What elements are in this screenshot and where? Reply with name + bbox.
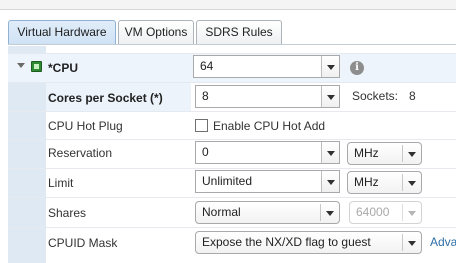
shares-amount-value: 64000 <box>356 205 390 219</box>
cores-per-socket-value: 8 <box>202 89 209 103</box>
chevron-down-icon <box>327 65 335 70</box>
limit-unit-value: MHz <box>354 175 379 189</box>
limit-label: Limit <box>48 176 74 190</box>
limit-dropdown-button[interactable] <box>321 171 339 192</box>
chevron-down-icon <box>327 151 335 156</box>
select-divider <box>320 204 321 221</box>
cpu-label: *CPU <box>48 61 79 75</box>
shares-label: Shares <box>48 206 87 220</box>
cpuid-mask-value: Expose the NX/XD flag to guest <box>202 235 371 249</box>
sockets-value: 8 <box>409 89 416 103</box>
row-divider <box>8 197 456 198</box>
cpuid-mask-select[interactable]: Expose the NX/XD flag to guest <box>195 231 422 254</box>
reservation-dropdown-button[interactable] <box>321 142 339 163</box>
cores-per-socket-label: Cores per Socket (*) <box>48 91 163 105</box>
cpu-count-combobox[interactable]: 64 <box>193 55 340 78</box>
limit-value: Unlimited <box>202 174 253 188</box>
select-divider <box>402 145 403 162</box>
advanced-link[interactable]: Adva <box>430 235 456 249</box>
cpu-count-dropdown-button[interactable] <box>321 56 339 77</box>
reservation-value: 0 <box>202 145 209 159</box>
select-divider <box>402 204 403 221</box>
cores-per-socket-dropdown-button[interactable] <box>321 86 339 107</box>
chevron-down-icon <box>408 241 416 246</box>
reservation-unit-value: MHz <box>354 146 379 160</box>
tab-virtual-hardware[interactable]: Virtual Hardware <box>8 20 116 45</box>
shares-select[interactable]: Normal <box>195 201 340 224</box>
row-divider <box>8 111 456 112</box>
shares-value: Normal <box>202 205 241 219</box>
row-divider <box>8 168 456 169</box>
chevron-down-icon <box>327 95 335 100</box>
expand-triangle-icon[interactable] <box>17 63 25 68</box>
chevron-down-icon <box>408 152 416 157</box>
cpu-hot-plug-label: CPU Hot Plug <box>48 119 123 133</box>
cpu-hot-add-checkbox[interactable] <box>195 119 208 132</box>
select-divider <box>402 174 403 191</box>
chevron-down-icon <box>408 211 416 216</box>
tab-vm-options[interactable]: VM Options <box>118 20 194 45</box>
cpu-hot-add-label[interactable]: Enable CPU Hot Add <box>213 119 325 133</box>
cores-per-socket-combobox[interactable]: 8 <box>195 85 340 108</box>
reservation-unit-select[interactable]: MHz <box>347 142 422 165</box>
reservation-label: Reservation <box>48 146 113 160</box>
cpu-chip-icon <box>31 61 42 72</box>
row-divider <box>8 227 456 228</box>
select-divider <box>402 234 403 251</box>
chevron-down-icon <box>327 180 335 185</box>
chevron-down-icon <box>408 181 416 186</box>
info-icon[interactable]: i <box>350 61 364 75</box>
shares-amount-spinner: 64000 <box>349 201 422 224</box>
tab-bar-divider <box>8 44 456 45</box>
top-toolbar-strip <box>0 0 456 10</box>
tab-sdrs-rules[interactable]: SDRS Rules <box>196 20 282 45</box>
cpuid-mask-label: CPUID Mask <box>48 236 118 250</box>
reservation-input[interactable]: 0 <box>195 141 340 164</box>
cpu-count-value: 64 <box>200 59 214 73</box>
sockets-label: Sockets: <box>352 89 399 103</box>
row-divider <box>8 139 456 140</box>
limit-input[interactable]: Unlimited <box>195 170 340 193</box>
limit-unit-select[interactable]: MHz <box>347 171 422 194</box>
chevron-down-icon <box>326 211 334 216</box>
